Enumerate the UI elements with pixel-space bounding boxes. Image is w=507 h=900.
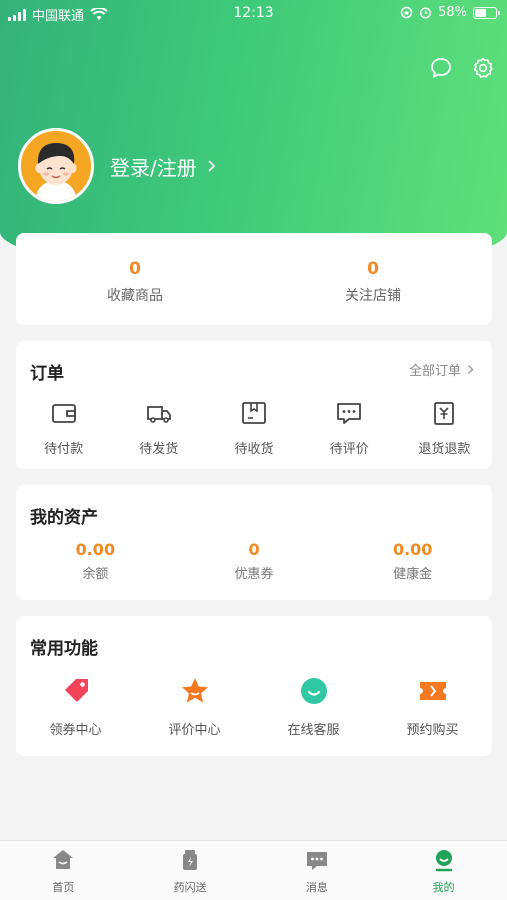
func-label: 领券中心 xyxy=(49,723,102,738)
common-functions-card: 常用功能 领券中心 评价中心 在线客服 预约购买 xyxy=(16,616,492,756)
avatar-boy-icon xyxy=(21,131,91,201)
order-pending-shipment[interactable]: 待发货 xyxy=(111,399,206,457)
reserve-purchase-button[interactable]: 预约购买 xyxy=(373,676,492,738)
order-item-label: 待付款 xyxy=(44,442,84,457)
wallet-icon xyxy=(51,404,76,423)
order-refund[interactable]: 退货退款 xyxy=(397,399,492,457)
favorites-count: 0 xyxy=(129,259,141,279)
tab-messages[interactable]: 消息 xyxy=(254,841,381,900)
coupons-label: 优惠券 xyxy=(234,567,274,582)
tab-label: 首页 xyxy=(52,881,75,894)
avatar[interactable] xyxy=(18,128,94,204)
all-orders-link[interactable]: 全部订单 xyxy=(409,360,474,379)
online-service-button[interactable]: 在线客服 xyxy=(254,676,373,738)
stats-card: 0 收藏商品 0 关注店铺 xyxy=(16,233,492,325)
coupon-tag-icon xyxy=(64,679,88,702)
followed-stores-stat[interactable]: 0 关注店铺 xyxy=(254,233,492,325)
assets-title: 我的资产 xyxy=(30,508,98,528)
order-pending-payment[interactable]: 待付款 xyxy=(16,399,111,457)
order-item-label: 待发货 xyxy=(139,442,179,457)
func-label: 预约购买 xyxy=(406,723,459,738)
func-label: 在线客服 xyxy=(287,723,340,738)
login-register-link[interactable]: 登录/注册 xyxy=(110,152,217,181)
tab-flash-delivery[interactable]: 药闪送 xyxy=(127,841,254,900)
bottom-tab-bar: 首页 药闪送 消息 我的 xyxy=(0,840,507,900)
health-fund-label: 健康金 xyxy=(393,567,433,582)
package-icon xyxy=(242,402,266,424)
battery-icon xyxy=(473,6,500,19)
followed-stores-count: 0 xyxy=(367,259,379,279)
alarm-icon xyxy=(420,7,432,19)
health-fund-value: 0.00 xyxy=(392,540,433,559)
battery-percent: 58% xyxy=(438,5,467,20)
followed-stores-label: 关注店铺 xyxy=(345,288,401,304)
functions-title: 常用功能 xyxy=(30,639,98,659)
comment-icon xyxy=(337,403,362,424)
all-orders-label: 全部订单 xyxy=(408,364,461,379)
order-item-label: 待评价 xyxy=(329,442,369,457)
coupons-value: 0 xyxy=(248,540,260,559)
truck-icon xyxy=(146,406,171,423)
message-icon xyxy=(306,852,327,870)
tab-label: 药闪送 xyxy=(173,881,207,894)
home-icon xyxy=(53,850,74,869)
tab-label: 我的 xyxy=(432,881,455,894)
coupon-center-button[interactable]: 领券中心 xyxy=(16,676,135,738)
favorites-label: 收藏商品 xyxy=(107,288,163,304)
tab-label: 消息 xyxy=(305,881,328,894)
refund-icon xyxy=(434,402,455,425)
order-item-label: 退货退款 xyxy=(418,442,471,457)
func-label: 评价中心 xyxy=(168,723,221,738)
settings-gear-icon[interactable] xyxy=(471,56,495,80)
asset-balance[interactable]: 0.00 余额 xyxy=(16,540,175,582)
order-pending-review[interactable]: 待评价 xyxy=(302,399,397,457)
review-center-button[interactable]: 评价中心 xyxy=(135,676,254,738)
asset-health-fund[interactable]: 0.00 健康金 xyxy=(333,540,492,582)
ticket-icon xyxy=(419,682,446,700)
favorites-stat[interactable]: 0 收藏商品 xyxy=(16,233,254,325)
asset-coupons[interactable]: 0 优惠券 xyxy=(175,540,334,582)
chevron-right-icon xyxy=(208,160,216,172)
tab-mine[interactable]: 我的 xyxy=(380,841,507,900)
orientation-lock-icon xyxy=(400,6,413,19)
order-pending-receipt[interactable]: 待收货 xyxy=(206,399,301,457)
tab-home[interactable]: 首页 xyxy=(0,841,127,900)
balance-label: 余额 xyxy=(82,567,109,582)
orders-card: 订单 全部订单 待付款 待发货 待收货 待评价 退货退款 xyxy=(16,341,492,469)
message-bubble-icon[interactable] xyxy=(429,56,453,80)
assets-card: 我的资产 0.00 余额 0 优惠券 0.00 健康金 xyxy=(16,485,492,600)
medicine-bottle-icon xyxy=(183,850,198,870)
service-chat-icon xyxy=(300,678,327,704)
order-item-label: 待收货 xyxy=(234,442,274,457)
star-icon xyxy=(181,678,208,703)
login-register-label: 登录/注册 xyxy=(110,155,197,180)
status-bar: 中国联通 12:13 58% xyxy=(0,0,507,28)
chevron-right-icon xyxy=(468,365,474,374)
orders-title: 订单 xyxy=(30,364,64,384)
user-icon xyxy=(435,850,452,872)
balance-value: 0.00 xyxy=(75,540,116,559)
